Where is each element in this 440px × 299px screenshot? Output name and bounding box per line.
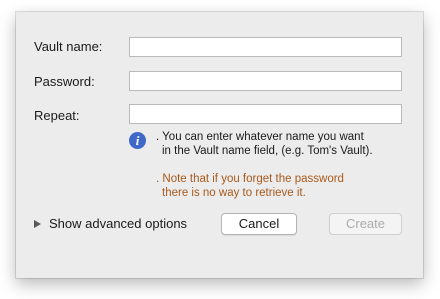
info-icon: i [129, 132, 146, 149]
disclosure-triangle-icon [34, 219, 41, 228]
create-vault-dialog: Vault name: Password: Repeat: i . You ca… [16, 12, 423, 278]
repeat-password-field[interactable] [129, 104, 402, 124]
show-advanced-options-toggle[interactable]: Show advanced options [34, 216, 187, 231]
repeat-label: Repeat: [34, 108, 80, 123]
show-advanced-options-label: Show advanced options [49, 216, 188, 231]
warning-note-line-2: there is no way to retrieve it. [162, 187, 306, 199]
cancel-button[interactable]: Cancel [221, 213, 297, 235]
warning-note-line-1: . Note that if you forget the password [156, 173, 344, 185]
info-note: . You can enter whatever name you want i… [156, 130, 373, 158]
vault-name-label: Vault name: [34, 39, 103, 54]
info-note-line-1: . You can enter whatever name you want [156, 131, 364, 143]
password-field[interactable] [129, 71, 402, 91]
create-button[interactable]: Create [329, 213, 402, 235]
password-label: Password: [34, 74, 95, 89]
info-note-line-2: in the Vault name field, (e.g. Tom's Vau… [162, 145, 373, 157]
vault-name-field[interactable] [129, 37, 402, 57]
password-warning-note: . Note that if you forget the password t… [156, 172, 344, 200]
